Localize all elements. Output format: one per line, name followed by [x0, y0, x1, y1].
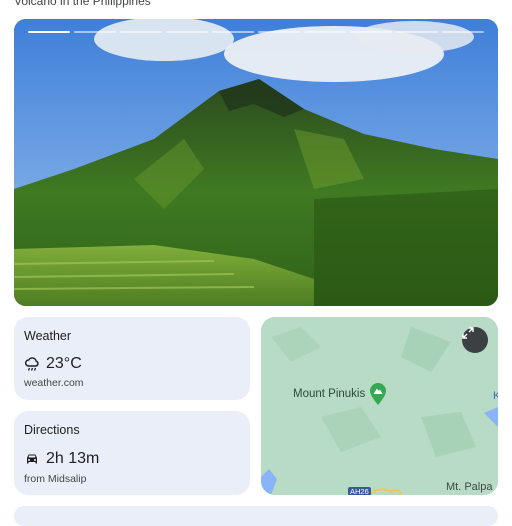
- progress-segment: [28, 31, 70, 33]
- directions-value: 2h 13m: [24, 450, 99, 468]
- mountain-pin-icon[interactable]: [369, 383, 387, 405]
- progress-segment: [304, 31, 346, 33]
- progress-segment: [258, 31, 300, 33]
- progress-segment: [350, 31, 392, 33]
- map-card[interactable]: Mount Pinukis K AH26 Mt. Palpa: [261, 317, 498, 495]
- temperature-text: 23°C: [46, 355, 82, 372]
- next-card[interactable]: [14, 506, 498, 526]
- page-subtitle: Volcano in the Philippines: [14, 0, 151, 8]
- car-icon: [24, 451, 40, 467]
- weather-title: Weather: [24, 329, 72, 343]
- nearby-place-label: Mt. Palpa: [446, 481, 493, 493]
- progress-segment: [396, 31, 438, 33]
- road-label: AH26: [348, 487, 371, 495]
- weather-value: 23°C: [24, 355, 82, 373]
- map-place-label: Mount Pinukis: [293, 388, 366, 400]
- directions-origin: from Midsalip: [24, 473, 87, 485]
- hero-image[interactable]: [14, 19, 498, 306]
- volcano-photo: [14, 19, 498, 306]
- progress-segment: [212, 31, 254, 33]
- progress-segment: [120, 31, 162, 33]
- expand-map-button[interactable]: [462, 327, 488, 353]
- rain-cloud-icon: [24, 356, 40, 372]
- weather-source: weather.com: [24, 377, 84, 389]
- progress-segment: [442, 31, 484, 33]
- weather-card[interactable]: Weather 23°C weather.com: [14, 317, 250, 400]
- progress-segment: [74, 31, 116, 33]
- map-edge-label: K: [493, 390, 498, 402]
- directions-title: Directions: [24, 423, 80, 437]
- progress-segment: [166, 31, 208, 33]
- story-progress: [28, 31, 484, 34]
- directions-card[interactable]: Directions 2h 13m from Midsalip: [14, 411, 250, 495]
- duration-text: 2h 13m: [46, 450, 100, 467]
